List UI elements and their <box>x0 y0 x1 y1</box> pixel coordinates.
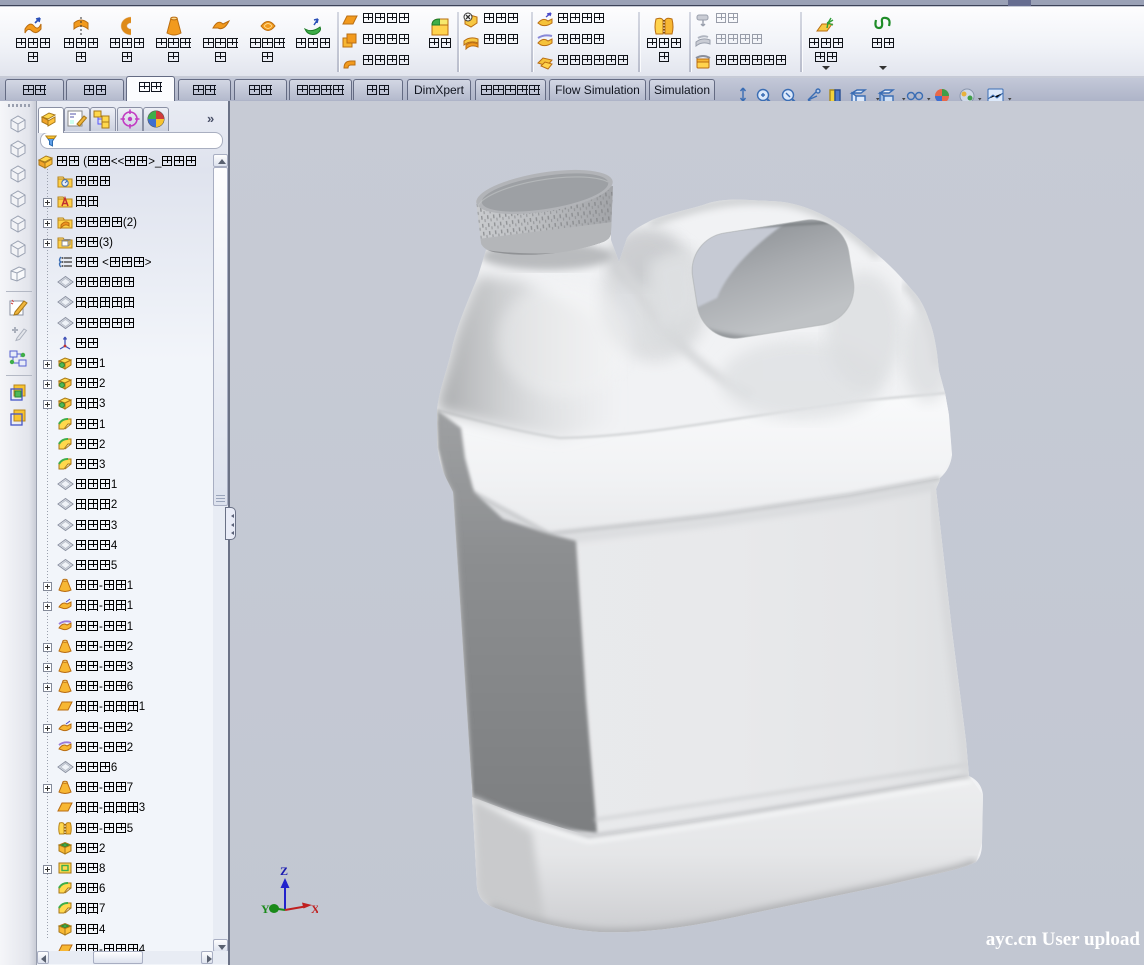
svg-text:X: X <box>311 902 318 915</box>
svg-text:Z: Z <box>280 864 288 878</box>
svg-text:Y: Y <box>261 902 270 915</box>
